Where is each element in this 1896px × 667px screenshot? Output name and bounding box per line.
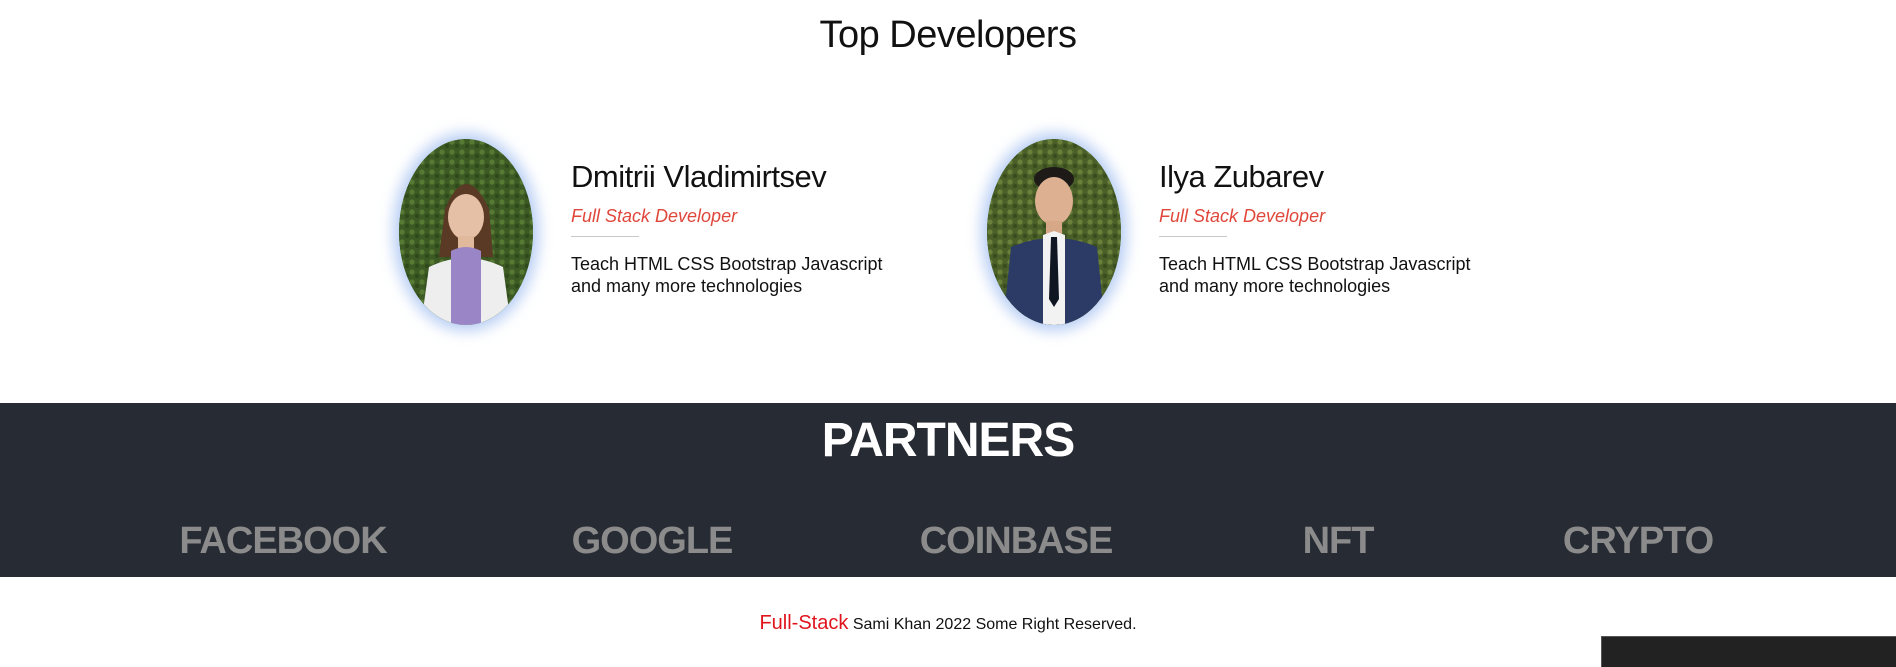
partners-section: PARTNERS FACEBOOK GOOGLE COINBASE NFT CR… xyxy=(0,403,1896,577)
partner-logo-google: GOOGLE xyxy=(571,520,734,562)
copyright-line: Full-Stack Sami Khan 2022 Some Right Res… xyxy=(0,612,1896,635)
developer-name: Ilya Zubarev xyxy=(1159,159,1324,194)
developer-description: Teach HTML CSS Bootstrap Javascript and … xyxy=(571,254,883,296)
floating-widget[interactable] xyxy=(1601,636,1896,667)
partner-logo-nft: NFT xyxy=(1302,520,1375,562)
developer-description: Teach HTML CSS Bootstrap Javascript and … xyxy=(1159,254,1471,296)
developer-card: Ilya Zubarev Full Stack Developer Teach … xyxy=(973,128,1493,358)
section-title: Top Developers xyxy=(819,14,1077,56)
developer-card: Dmitrii Vladimirtsev Full Stack Develope… xyxy=(385,128,905,358)
partner-logo-crypto: CRYPTO xyxy=(1562,520,1714,562)
partner-logo-coinbase: COINBASE xyxy=(919,520,1114,562)
developer-role: Full Stack Developer xyxy=(1159,206,1326,226)
portrait-photo-man xyxy=(987,139,1121,325)
footer-brand: Full-Stack xyxy=(759,612,849,634)
copyright-text: Sami Khan 2022 Some Right Reserved. xyxy=(852,616,1137,633)
divider xyxy=(571,236,639,237)
developer-avatar xyxy=(987,139,1121,325)
portrait-photo-woman xyxy=(399,139,533,325)
partner-logo-facebook: FACEBOOK xyxy=(179,520,387,562)
developer-avatar xyxy=(399,139,533,325)
developer-role: Full Stack Developer xyxy=(571,206,738,226)
developer-name: Dmitrii Vladimirtsev xyxy=(571,159,827,194)
top-developers-section: Top Developers Dmitrii Vladimirtsev Full… xyxy=(0,0,1896,403)
divider xyxy=(1159,236,1227,237)
section-title: PARTNERS xyxy=(821,414,1075,467)
